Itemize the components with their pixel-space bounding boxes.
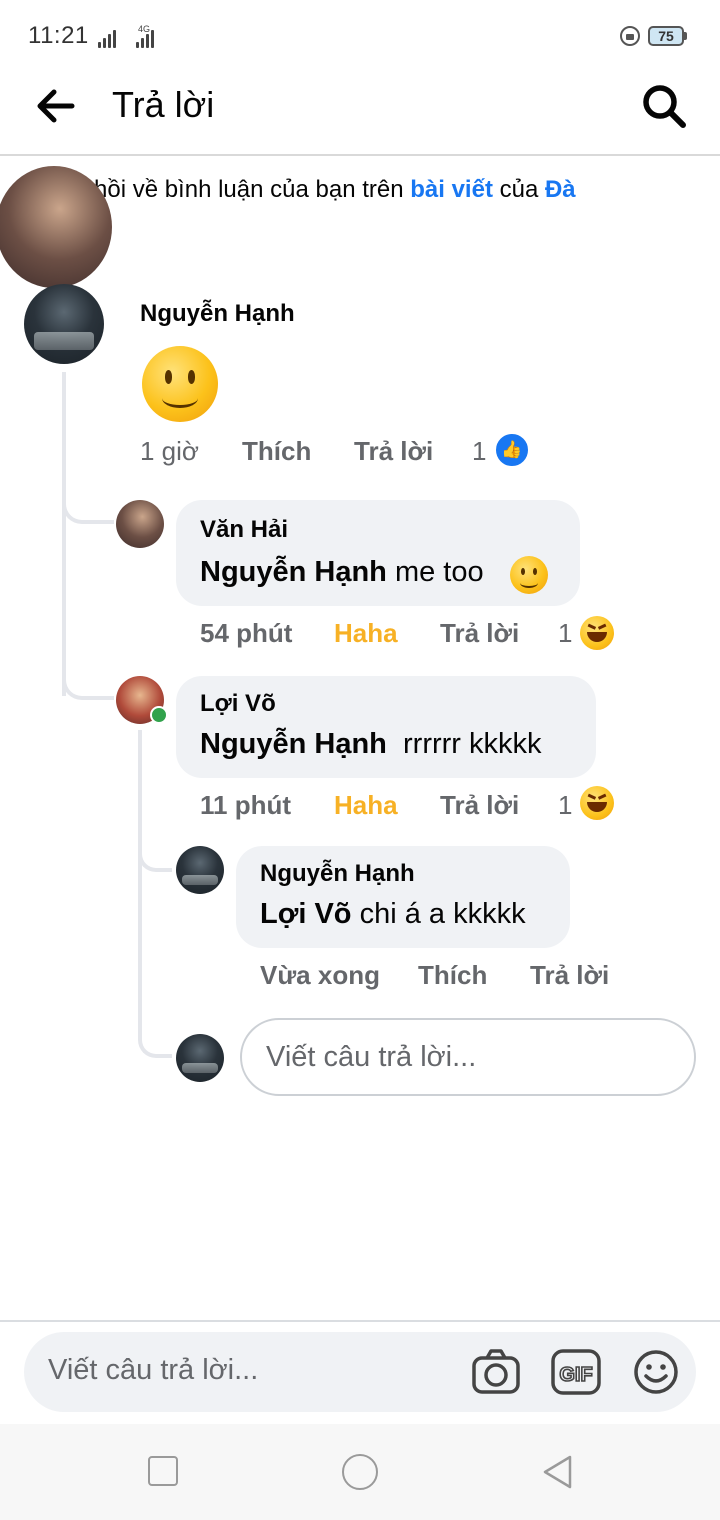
reply-author[interactable]: Lợi Võ <box>200 690 276 718</box>
like-reaction-icon: 👍 <box>494 432 530 468</box>
notice-text-mid: của <box>492 176 545 203</box>
page-title: Trả lời <box>112 84 215 125</box>
search-button[interactable] <box>640 82 690 132</box>
thread-line-sub <box>138 730 142 1030</box>
comment-author[interactable]: Nguyễn Hạnh <box>140 300 295 328</box>
thread-connector-2 <box>62 674 114 700</box>
haha-reaction-icon <box>580 616 614 650</box>
home-button[interactable] <box>342 1454 378 1490</box>
reaction-count[interactable]: 1 <box>472 436 486 467</box>
mention-link[interactable]: Nguyễn Hạnh <box>200 728 387 760</box>
mention-link[interactable]: Nguyễn Hạnh <box>200 556 387 588</box>
battery-indicator: 75 <box>648 26 684 46</box>
svg-text:GIF: GIF <box>559 1364 592 1386</box>
notice-avatar[interactable] <box>0 166 112 288</box>
notice-text: hồi về bình luận của bạn trên <box>94 176 411 203</box>
reply-text: Lợi Võ chi á a kkkkk <box>260 898 526 931</box>
reply-button[interactable]: Trả lời <box>530 960 609 991</box>
avatar[interactable] <box>116 500 164 548</box>
thread-connector-3 <box>138 846 172 872</box>
recents-button[interactable] <box>148 1456 178 1486</box>
camera-icon <box>472 1349 520 1394</box>
reply-body: me too <box>386 556 484 588</box>
haha-reaction-icon <box>580 786 614 820</box>
back-triangle-icon <box>543 1455 572 1489</box>
composer-divider <box>0 1320 720 1322</box>
reply-text: Nguyễn Hạnh rrrrrr kkkkk <box>200 728 542 761</box>
online-status-icon <box>150 706 168 724</box>
haha-button[interactable]: Haha <box>334 790 398 821</box>
rotation-lock-icon <box>620 26 640 46</box>
emoji-button[interactable] <box>632 1348 680 1396</box>
reply-bubble: Nguyễn Hạnh Lợi Võ chi á a kkkkk <box>236 846 570 948</box>
reply-input[interactable]: Viết câu trả lời... <box>240 1018 696 1096</box>
gif-icon: GIF <box>551 1349 601 1395</box>
header-divider <box>0 154 720 156</box>
reaction-count[interactable]: 1 <box>558 618 572 649</box>
like-button[interactable]: Thích <box>418 960 487 991</box>
reply-body: rrrrrr kkkkk <box>386 728 542 760</box>
thread-connector-4 <box>138 1030 172 1058</box>
reply-time: 11 phút <box>200 790 292 820</box>
status-time: 11:21 <box>28 22 89 49</box>
avatar[interactable] <box>176 846 224 894</box>
thread-connector-1 <box>62 500 114 524</box>
back-nav-button[interactable] <box>540 1454 574 1490</box>
reply-button[interactable]: Trả lời <box>440 790 519 821</box>
post-link[interactable]: bài viết <box>410 176 493 203</box>
reply-button[interactable]: Trả lời <box>440 618 519 649</box>
like-button[interactable]: Thích <box>242 436 311 467</box>
gif-button[interactable]: GIF <box>550 1348 602 1396</box>
smile-emoji-icon <box>142 346 218 422</box>
comment-time: 1 giờ <box>140 436 199 466</box>
reply-time: Vừa xong <box>260 960 380 990</box>
smiley-icon <box>634 1350 678 1394</box>
reply-text: Nguyễn Hạnh me too <box>200 556 484 589</box>
composer-placeholder: Viết câu trả lời... <box>48 1354 259 1386</box>
camera-button[interactable] <box>470 1346 522 1398</box>
smile-emoji-icon <box>510 556 548 594</box>
signal-icon <box>98 28 124 48</box>
haha-button[interactable]: Haha <box>334 618 398 649</box>
signal-icon-2 <box>136 28 162 48</box>
back-arrow-icon <box>37 89 75 123</box>
reply-bubble: Lợi Võ Nguyễn Hạnh rrrrrr kkkkk <box>176 676 596 778</box>
thread-line-main <box>62 372 66 696</box>
avatar <box>176 1034 224 1082</box>
avatar[interactable] <box>24 284 104 364</box>
reply-author[interactable]: Văn Hải <box>200 516 288 544</box>
reply-author[interactable]: Nguyễn Hạnh <box>260 860 415 888</box>
battery-tip <box>684 32 687 40</box>
reply-body: chi á a kkkkk <box>351 898 526 930</box>
mention-link[interactable]: Lợi Võ <box>260 898 352 930</box>
post-notice: hồi về bình luận của bạn trên bài viết c… <box>94 176 576 204</box>
search-icon <box>643 85 686 128</box>
reply-time: 54 phút <box>200 618 293 648</box>
back-button[interactable] <box>32 84 80 128</box>
reply-button[interactable]: Trả lời <box>354 436 433 467</box>
author-link[interactable]: Đà <box>545 176 576 203</box>
reaction-count[interactable]: 1 <box>558 790 572 821</box>
